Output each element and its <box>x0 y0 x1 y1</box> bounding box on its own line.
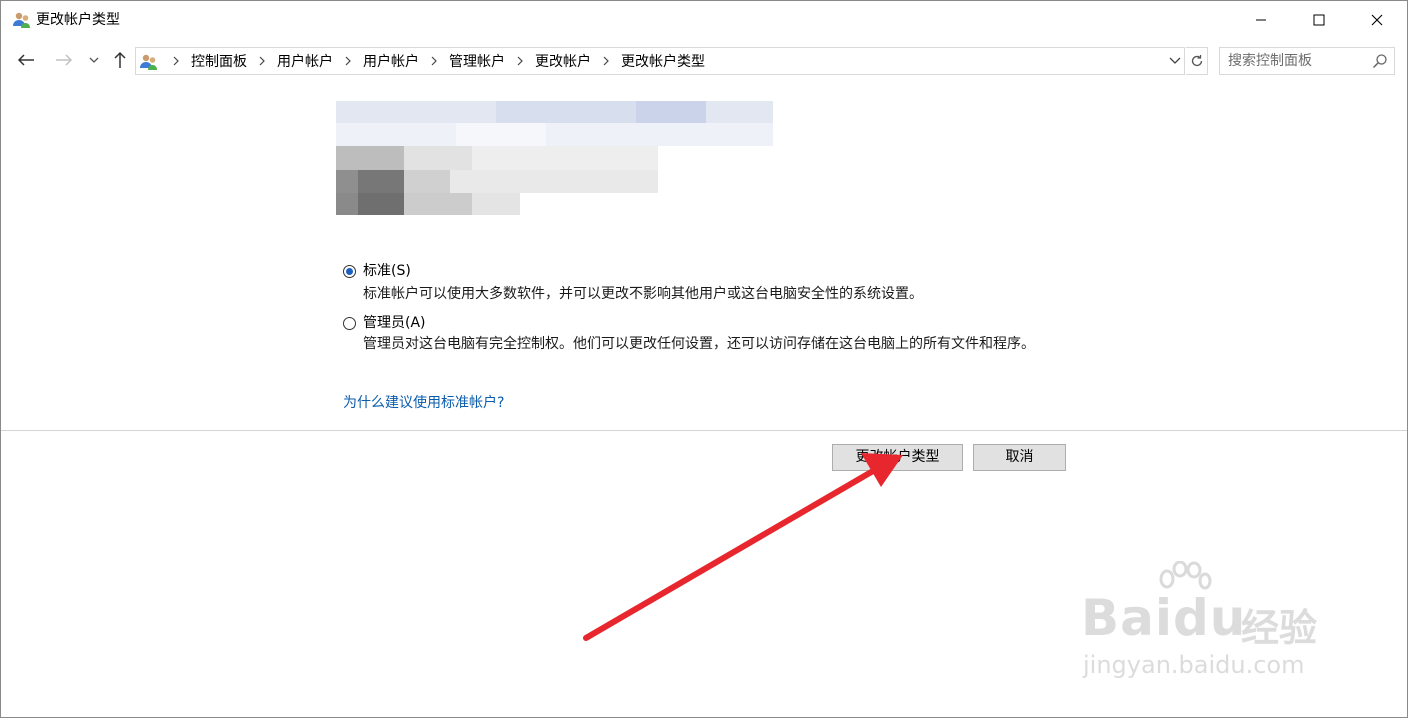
annotation-arrow <box>583 453 903 641</box>
control-panel-window: 更改帐户类型 控制面板 用户帐户 用户帐户 管理帐户 更改帐户 更改帐户类型 搜… <box>0 0 1408 718</box>
